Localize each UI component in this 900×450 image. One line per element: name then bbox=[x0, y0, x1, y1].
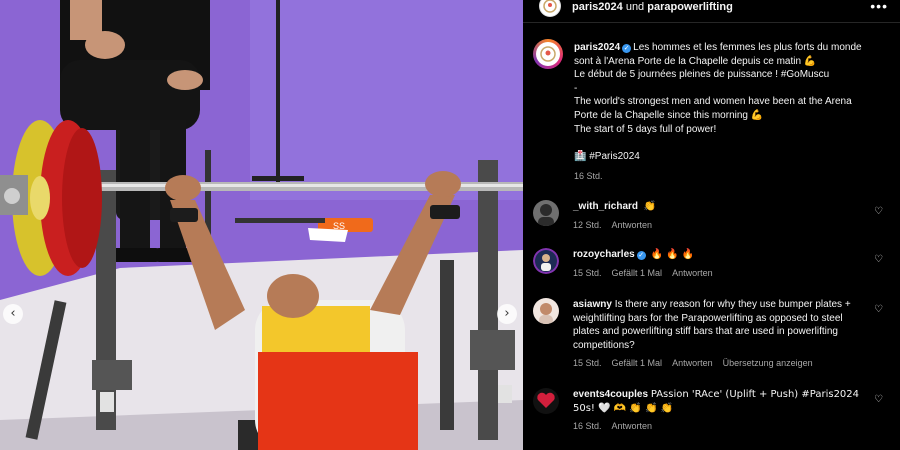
caption-username[interactable]: paris2024 bbox=[574, 42, 620, 53]
caption-line-1: paris2024 ✓ Les hommes et les femmes les p… bbox=[574, 41, 894, 55]
comment-avatar[interactable] bbox=[533, 200, 559, 226]
comment-likes[interactable]: Gefällt 1 Mal bbox=[612, 268, 663, 278]
comment-username[interactable]: _with_richard bbox=[573, 201, 638, 212]
reply-button[interactable]: Antworten bbox=[672, 358, 713, 368]
carousel-next-button[interactable]: › bbox=[497, 304, 517, 324]
user-avatar-icon bbox=[533, 248, 559, 274]
user-avatar-icon bbox=[533, 388, 559, 414]
more-options-button[interactable]: ••• bbox=[870, 0, 888, 14]
comment-text: 🔥 🔥 🔥 bbox=[650, 249, 695, 260]
caption-time: 16 Std. bbox=[574, 171, 603, 182]
instagram-post-view: SS ‹ › paris2024 und parapowerlifting ••… bbox=[0, 0, 900, 450]
comment-username[interactable]: rozoycharles bbox=[573, 249, 635, 260]
verified-icon: ✓ bbox=[622, 44, 632, 53]
comment-username[interactable]: events4couples bbox=[573, 389, 648, 400]
comment-body: rozoycharles ✓ 🔥 🔥 🔥 15 Std. Gefällt 1 Mal… bbox=[573, 248, 863, 280]
comment-username[interactable]: asiawny bbox=[573, 299, 612, 310]
header-connector: und bbox=[622, 1, 648, 13]
comment-meta: 15 Std. Gefällt 1 Mal Antworten Übersetzung… bbox=[573, 357, 863, 371]
paris2024-logo-icon bbox=[543, 0, 557, 13]
comment-text: Is there any reason for why they use bum… bbox=[573, 299, 851, 351]
verified-icon: ✓ bbox=[636, 251, 646, 260]
comment-time: 15 Std. bbox=[573, 267, 602, 278]
like-heart-icon[interactable]: ♡ bbox=[874, 304, 883, 315]
post-photo: SS ‹ › bbox=[0, 0, 523, 450]
comment-avatar[interactable] bbox=[533, 298, 559, 324]
header-account-link[interactable]: paris2024 bbox=[572, 1, 623, 13]
caption-text: - bbox=[574, 82, 578, 94]
comment-body: events4couples PAssion 'RAce' (Uplift + … bbox=[573, 388, 863, 434]
reply-button[interactable]: Antworten bbox=[612, 220, 653, 230]
comment-meta: 12 Std. Antworten bbox=[573, 219, 863, 233]
caption-hashtag[interactable]: 🏥 #Paris2024 bbox=[574, 150, 894, 164]
translate-button[interactable]: Übersetzung anzeigen bbox=[723, 358, 813, 368]
paris2024-logo-icon bbox=[540, 46, 556, 62]
reply-button[interactable]: Antworten bbox=[672, 268, 713, 278]
paris2024-avatar[interactable] bbox=[539, 0, 561, 17]
carousel-prev-button[interactable]: ‹ bbox=[3, 304, 23, 324]
comment-avatar[interactable] bbox=[533, 388, 559, 414]
comment-avatar[interactable] bbox=[533, 248, 559, 274]
like-heart-icon[interactable]: ♡ bbox=[874, 394, 883, 405]
caption-text: Le début de 5 journées pleines de puissa… bbox=[574, 69, 830, 81]
caption-avatar[interactable] bbox=[533, 39, 563, 69]
caption-text: Porte de la Chapelle since this morning … bbox=[574, 109, 764, 121]
caption-text: Les hommes et les femmes les plus forts … bbox=[633, 42, 862, 53]
comment-body: asiawny Is there any reason for why they… bbox=[573, 298, 863, 371]
like-heart-icon[interactable]: ♡ bbox=[874, 206, 883, 217]
header-collaborator-link[interactable]: parapowerlifting bbox=[647, 1, 733, 13]
post-authors: paris2024 und parapowerlifting bbox=[572, 1, 733, 13]
caption-text: The world's strongest men and women have… bbox=[574, 96, 852, 108]
comment-text: 👏 bbox=[643, 201, 657, 212]
caption-meta: 16 Std. bbox=[574, 170, 894, 184]
comment-time: 15 Std. bbox=[573, 358, 602, 369]
photo-scene: SS bbox=[0, 0, 523, 450]
user-avatar-icon bbox=[533, 298, 559, 324]
like-heart-icon[interactable]: ♡ bbox=[874, 254, 883, 265]
reply-button[interactable]: Antworten bbox=[612, 421, 653, 431]
post-details-panel: paris2024 und parapowerlifting ••• paris… bbox=[523, 0, 900, 450]
header-divider bbox=[523, 22, 900, 23]
comment-body: _with_richard 👏 12 Std. Antworten bbox=[573, 200, 863, 232]
post-header: paris2024 und parapowerlifting ••• bbox=[523, 0, 900, 22]
comment-time: 12 Std. bbox=[573, 219, 602, 230]
comment-meta: 15 Std. Gefällt 1 Mal Antworten bbox=[573, 267, 863, 281]
comment-likes[interactable]: Gefällt 1 Mal bbox=[612, 358, 663, 368]
caption-body: paris2024 ✓ Les hommes et les femmes les p… bbox=[574, 41, 894, 184]
caption-text: sont à l'Arena Porte de la Chapelle depu… bbox=[574, 55, 817, 67]
comment-meta: 16 Std. Antworten bbox=[573, 420, 863, 434]
caption-blank bbox=[574, 136, 894, 150]
user-avatar-icon bbox=[533, 200, 559, 226]
caption-text: The start of 5 days full of power! bbox=[574, 123, 717, 135]
comment-time: 16 Std. bbox=[573, 421, 602, 432]
